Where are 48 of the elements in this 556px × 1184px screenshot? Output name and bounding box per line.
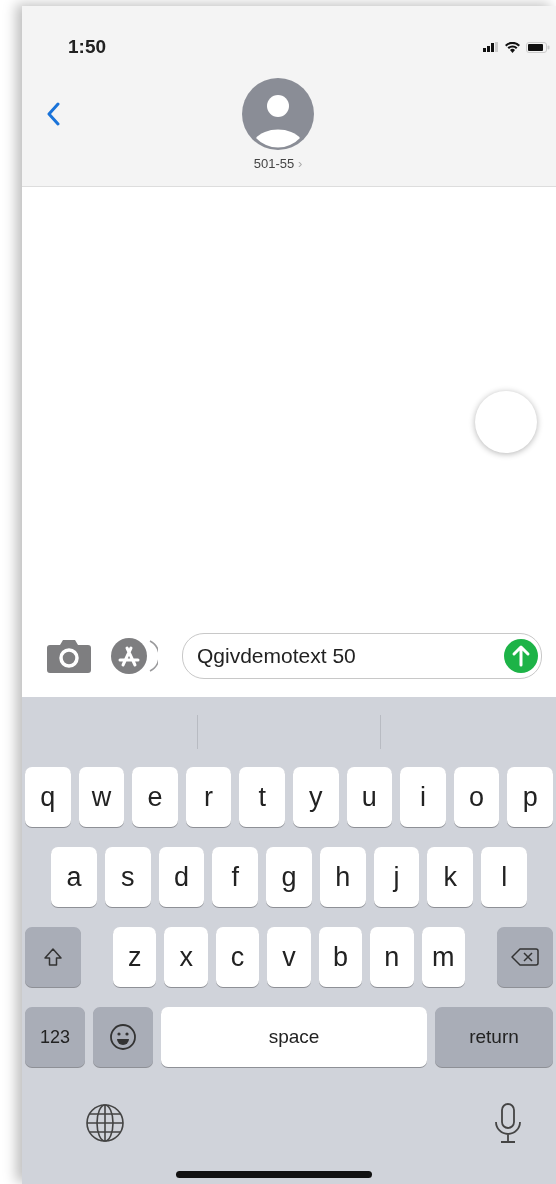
key[interactable]: z — [113, 927, 157, 987]
send-icon[interactable] — [504, 639, 538, 673]
key[interactable]: a — [51, 847, 97, 907]
back-icon[interactable] — [46, 102, 60, 126]
key[interactable]: w — [78, 767, 125, 827]
key[interactable]: x — [164, 927, 208, 987]
key[interactable]: n — [370, 927, 414, 987]
key[interactable]: r — [185, 767, 232, 827]
space-key[interactable]: space — [161, 1007, 427, 1067]
wifi-icon — [505, 41, 520, 53]
key[interactable]: l — [481, 847, 528, 907]
floating-circle — [475, 391, 537, 453]
contact-name[interactable]: 501-55 › — [253, 156, 303, 171]
key[interactable]: e — [132, 767, 178, 827]
shift-key[interactable] — [25, 927, 81, 987]
delete-icon — [511, 947, 539, 967]
key[interactable]: y — [292, 767, 339, 827]
key[interactable]: j — [373, 847, 420, 907]
key[interactable]: p — [507, 767, 553, 827]
key[interactable]: m — [421, 927, 465, 987]
key[interactable]: v — [267, 927, 311, 987]
microphone-icon[interactable] — [493, 1102, 523, 1144]
key[interactable]: d — [158, 847, 205, 907]
key[interactable]: g — [266, 847, 312, 907]
key[interactable]: i — [400, 767, 446, 827]
delete-key[interactable] — [497, 927, 553, 987]
key[interactable]: k — [427, 847, 474, 907]
key[interactable]: t — [239, 767, 285, 827]
camera-icon[interactable] — [46, 639, 92, 673]
avatar-icon[interactable] — [242, 78, 314, 150]
return-key[interactable]: return — [435, 1007, 553, 1067]
battery-icon — [526, 41, 550, 53]
status-time: 1:50 — [68, 36, 107, 58]
key[interactable]: q — [25, 767, 71, 827]
number-key[interactable]: 123 — [25, 1007, 85, 1067]
key[interactable]: o — [453, 767, 500, 827]
emoji-icon — [109, 1023, 137, 1051]
key[interactable]: h — [319, 847, 366, 907]
shift-icon — [43, 947, 63, 967]
message-field[interactable]: Qgivdemotext 50 — [182, 633, 542, 679]
key[interactable]: c — [215, 927, 260, 987]
emoji-key[interactable] — [93, 1007, 153, 1067]
key[interactable]: f — [212, 847, 259, 907]
signal-icon — [483, 42, 499, 52]
key[interactable]: s — [104, 847, 151, 907]
globe-icon[interactable] — [85, 1103, 125, 1143]
key[interactable]: b — [318, 927, 363, 987]
key[interactable]: u — [346, 767, 393, 827]
